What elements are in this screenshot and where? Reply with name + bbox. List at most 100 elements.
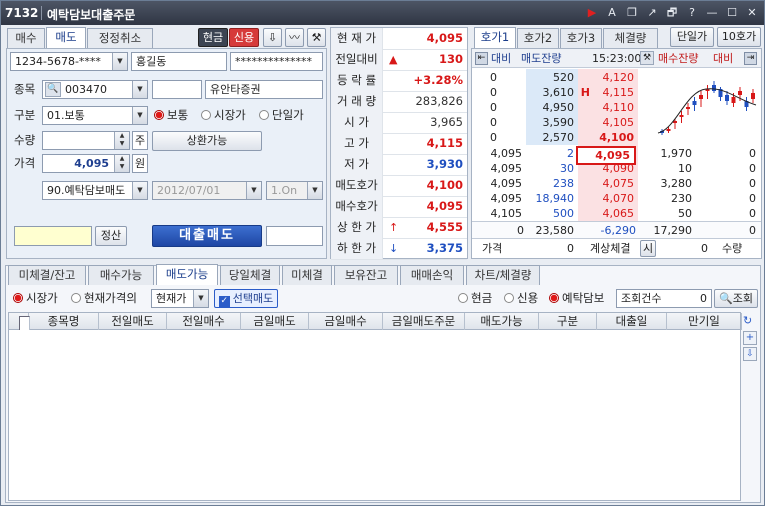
- bid-compare: 0: [749, 207, 756, 220]
- close-icon[interactable]: ✕: [744, 5, 760, 21]
- tab-modify-cancel[interactable]: 정정취소: [87, 28, 153, 48]
- chevron-down-icon[interactable]: ▼: [112, 53, 127, 70]
- qty-input[interactable]: ▲ ▼: [42, 131, 130, 150]
- radio-normal[interactable]: 보통: [154, 106, 188, 125]
- tab-quote-3[interactable]: 호가3: [560, 28, 602, 48]
- grid-column-header[interactable]: 매도가능: [465, 313, 539, 330]
- select-sell-button[interactable]: ✓ 선택매도: [214, 289, 278, 308]
- radio-credit[interactable]: 신용: [504, 289, 538, 308]
- bottom-tab[interactable]: 보유잔고: [334, 265, 398, 285]
- cash-mode-button[interactable]: 현금: [198, 28, 228, 47]
- grid-column-header[interactable]: 금일매수: [309, 313, 383, 330]
- redeemable-button[interactable]: 상환가능: [152, 131, 262, 151]
- bid-left-price: 4,095: [490, 162, 523, 175]
- order-type-select[interactable]: 01.보통 ▼: [42, 106, 148, 125]
- candle-body: [699, 95, 703, 99]
- font-size-icon[interactable]: A: [604, 5, 620, 21]
- refresh-icon[interactable]: ↻: [743, 314, 757, 328]
- chevron-down-icon[interactable]: ▼: [307, 182, 322, 199]
- price-info-value: 283,826: [415, 94, 463, 108]
- grid-select-all[interactable]: [9, 313, 30, 333]
- query-button[interactable]: 🔍조회: [714, 289, 758, 308]
- tab-executions[interactable]: 체결량: [603, 28, 658, 48]
- grid-body[interactable]: [8, 330, 741, 501]
- single-price-button[interactable]: 단일가: [670, 27, 714, 47]
- stock-aux-field[interactable]: [152, 80, 202, 99]
- total-ask: 23,580: [535, 224, 575, 237]
- chevron-down-icon[interactable]: ▼: [132, 81, 147, 98]
- grid-column-header[interactable]: 구분: [539, 313, 597, 330]
- window-icon[interactable]: 🗗: [664, 5, 680, 21]
- ask-compare: 0: [490, 131, 497, 144]
- price-input[interactable]: 4,095 ▲ ▼: [42, 154, 130, 173]
- bottom-tab[interactable]: 미체결/잔고: [8, 265, 86, 285]
- radio-market-price[interactable]: 시장가: [13, 289, 58, 308]
- search-icon[interactable]: 🔍: [45, 82, 61, 97]
- chevron-down-icon[interactable]: ▼: [246, 182, 261, 199]
- stock-code-input[interactable]: 🔍 003470 ▼: [42, 80, 148, 99]
- copy-icon[interactable]: ❐: [624, 5, 640, 21]
- settle-amount-field[interactable]: [14, 226, 92, 246]
- tab-sell[interactable]: 매도: [46, 27, 86, 48]
- loan-date-select[interactable]: 2012/07/01 ▼: [152, 181, 262, 200]
- qty-stepper[interactable]: ▲ ▼: [114, 132, 129, 149]
- orderbook-panel: ⇤ 대비 매도잔량 15:23:00 ⚒ 매수잔량 대비 ⇥ 0 520 4,120…: [471, 48, 762, 259]
- ob-header-ask: 매도잔량: [521, 52, 562, 65]
- expand-icon[interactable]: ⇤: [475, 52, 488, 65]
- chevron-down-icon[interactable]: ▼: [132, 107, 147, 124]
- footer-price-label: 가격: [482, 242, 503, 255]
- bottom-tab[interactable]: 매매손익: [400, 265, 464, 285]
- grid-column-header[interactable]: 전일매수: [167, 313, 241, 330]
- tab-buy[interactable]: 매수: [7, 28, 45, 48]
- radio-market[interactable]: 시장가: [201, 106, 246, 125]
- tab-quote-2[interactable]: 호가2: [517, 28, 559, 48]
- scroll-down-icon[interactable]: ⇩: [743, 347, 757, 361]
- ten-quote-button[interactable]: 10호가: [717, 27, 761, 47]
- price-basis-select[interactable]: 현재가 ▼: [151, 289, 209, 308]
- chevron-down-icon[interactable]: ▼: [132, 182, 147, 199]
- radio-current-price[interactable]: 현재가격의: [71, 289, 137, 308]
- calc-button[interactable]: 시: [640, 240, 656, 257]
- loan-term-select[interactable]: 1.On ▼: [266, 181, 323, 200]
- tools-icon[interactable]: ⚒: [640, 51, 654, 65]
- password-field[interactable]: **************: [230, 52, 323, 71]
- tab-quote-1[interactable]: 호가1: [474, 27, 516, 48]
- bottom-tab[interactable]: 매도가능: [156, 264, 218, 285]
- ask-price: 4,100: [599, 131, 634, 144]
- grid-column-header[interactable]: 대출일: [597, 313, 667, 330]
- bottom-tab[interactable]: 당일체결: [220, 265, 280, 285]
- credit-mode-button[interactable]: 신용: [229, 28, 259, 47]
- radio-single[interactable]: 단일가: [259, 106, 304, 125]
- add-icon[interactable]: +: [743, 331, 757, 345]
- grid-column-header[interactable]: 만기일: [667, 313, 742, 330]
- link-icon[interactable]: ↗: [644, 5, 660, 21]
- account-select[interactable]: 1234-5678-**** ▼: [10, 52, 128, 71]
- bottom-tab[interactable]: 매수가능: [88, 265, 154, 285]
- maximize-icon[interactable]: ☐: [724, 5, 740, 21]
- grid-column-header[interactable]: 금일매도주문: [383, 313, 465, 330]
- minimize-icon[interactable]: —: [704, 5, 720, 21]
- export-icon[interactable]: ⇩: [263, 28, 282, 47]
- radio-cash[interactable]: 현금: [458, 289, 492, 308]
- help-icon[interactable]: ?: [684, 5, 700, 21]
- radio-collateral[interactable]: 예탁담보: [549, 289, 604, 308]
- grid-column-header[interactable]: 전일매도: [99, 313, 167, 330]
- submit-loan-sell-button[interactable]: 대출매도: [152, 225, 262, 247]
- chart-icon[interactable]: 〰: [285, 28, 304, 47]
- query-count-field[interactable]: 조회건수 0: [616, 289, 712, 308]
- bottom-tab[interactable]: 차트/체결량: [466, 265, 540, 285]
- direction-arrow-icon: ↑: [389, 221, 399, 234]
- play-icon[interactable]: ▶: [584, 5, 600, 21]
- grid-column-header[interactable]: 종목명: [29, 313, 99, 330]
- chevron-down-icon[interactable]: ▼: [193, 290, 208, 307]
- settle-button[interactable]: 정산: [95, 226, 127, 246]
- price-stepper[interactable]: ▲ ▼: [114, 155, 129, 172]
- loan-type-select[interactable]: 90.예탁담보매도 ▼: [42, 181, 148, 200]
- collapse-icon[interactable]: ⇥: [744, 52, 757, 65]
- bottom-tab[interactable]: 미체결: [282, 265, 332, 285]
- ask-price: 4,120: [602, 71, 635, 84]
- tools-icon[interactable]: ⚒: [307, 28, 326, 47]
- grid-column-header[interactable]: 금일매도: [241, 313, 309, 330]
- submit-aux-field[interactable]: [266, 226, 323, 246]
- title-separator: [41, 6, 42, 20]
